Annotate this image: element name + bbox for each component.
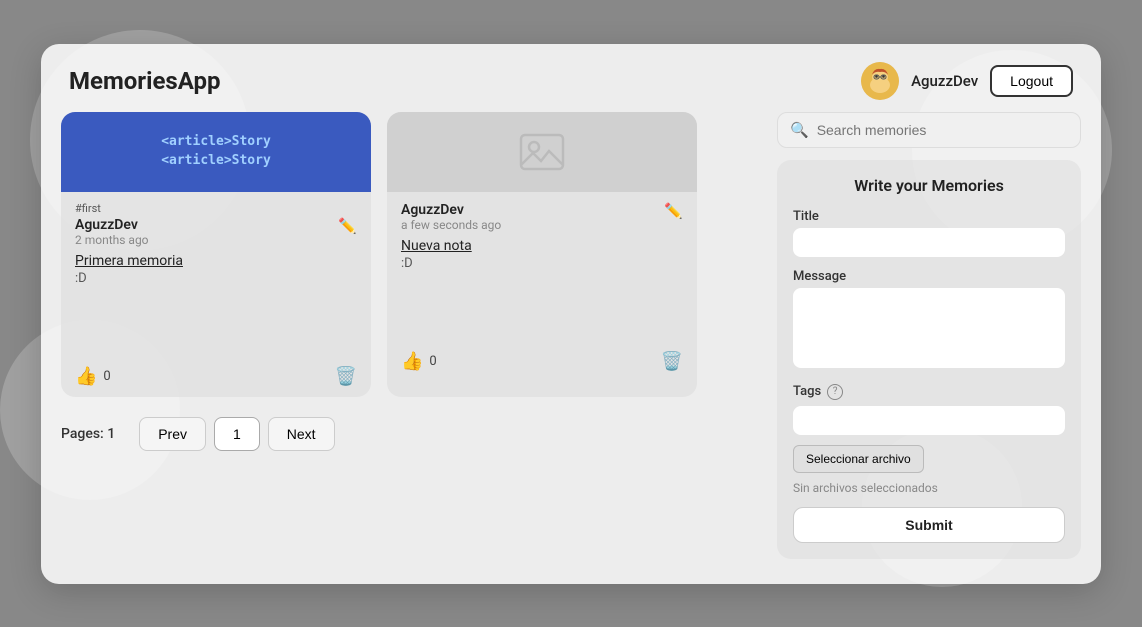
pagination-row: Pages: 1 Prev 1 Next: [61, 397, 761, 451]
prev-button[interactable]: Prev: [139, 417, 206, 451]
like-icon-2[interactable]: 👍: [401, 351, 423, 372]
header: MemoriesApp AguzzDev: [41, 44, 1101, 112]
edit-icon-1[interactable]: ✏️: [338, 217, 357, 235]
card-footer-1: 👍 0 🗑️: [61, 356, 371, 397]
card-message-1: :D: [75, 271, 357, 286]
card-author-1: AguzzDev: [75, 217, 149, 233]
memory-card: <article>Story<article>Story #first Aguz…: [61, 112, 371, 397]
card-title-1[interactable]: Primera memoria: [75, 253, 357, 269]
sidebar: 🔍 Write your Memories Title Message Tags…: [761, 112, 1081, 559]
avatar: [861, 62, 899, 100]
card-body-2: AguzzDev a few seconds ago ✏️ Nueva nota…: [387, 192, 697, 281]
card-time-1: 2 months ago: [75, 233, 149, 247]
card-footer-2: 👍 0 🗑️: [387, 341, 697, 382]
main-content: <article>Story<article>Story #first Aguz…: [41, 112, 1101, 559]
search-icon: 🔍: [790, 121, 809, 139]
like-area-2: 👍 0: [401, 351, 437, 372]
write-title: Write your Memories: [793, 176, 1065, 195]
message-textarea[interactable]: [793, 288, 1065, 368]
logout-button[interactable]: Logout: [990, 65, 1073, 97]
card-author-row-1: AguzzDev 2 months ago ✏️: [75, 217, 357, 247]
title-input[interactable]: [793, 228, 1065, 257]
like-count-2: 0: [429, 354, 436, 369]
next-button[interactable]: Next: [268, 417, 335, 451]
card-author-info-1: AguzzDev 2 months ago: [75, 217, 149, 247]
cards-area: <article>Story<article>Story #first Aguz…: [61, 112, 761, 559]
file-select-button[interactable]: Seleccionar archivo: [793, 445, 924, 473]
card-author-row-2: AguzzDev a few seconds ago ✏️: [401, 202, 683, 232]
search-input[interactable]: [817, 122, 1068, 138]
card-author-2: AguzzDev: [401, 202, 501, 218]
current-page-button[interactable]: 1: [214, 417, 260, 451]
title-label: Title: [793, 209, 1065, 224]
tags-input[interactable]: [793, 406, 1065, 435]
file-no-file-label: Sin archivos seleccionados: [793, 481, 938, 495]
card-message-2: :D: [401, 256, 683, 271]
card-title-2[interactable]: Nueva nota: [401, 238, 683, 254]
write-memories-panel: Write your Memories Title Message Tags ?…: [777, 160, 1081, 559]
card-tag-1: #first: [75, 202, 357, 215]
memory-card-2: AguzzDev a few seconds ago ✏️ Nueva nota…: [387, 112, 697, 397]
image-placeholder-icon: [517, 127, 567, 177]
submit-button[interactable]: Submit: [793, 507, 1065, 543]
tags-help-icon[interactable]: ?: [827, 384, 843, 400]
file-row: Seleccionar archivo Sin archivos selecci…: [793, 445, 1065, 495]
cards-grid: <article>Story<article>Story #first Aguz…: [61, 112, 761, 397]
card-body-1: #first AguzzDev 2 months ago ✏️ Primera …: [61, 192, 371, 296]
message-label: Message: [793, 269, 1065, 284]
delete-icon-1[interactable]: 🗑️: [335, 366, 357, 387]
card-time-2: a few seconds ago: [401, 218, 501, 232]
avatar-icon: [861, 62, 899, 100]
card-image-2: [387, 112, 697, 192]
card-image-1: <article>Story<article>Story: [61, 112, 371, 192]
pages-label: Pages: 1: [61, 426, 115, 442]
like-icon-1[interactable]: 👍: [75, 366, 97, 387]
code-image: <article>Story<article>Story: [61, 112, 371, 192]
app-title: MemoriesApp: [69, 67, 220, 95]
edit-icon-2[interactable]: ✏️: [664, 202, 683, 220]
delete-icon-2[interactable]: 🗑️: [661, 351, 683, 372]
header-right: AguzzDev Logout: [861, 62, 1073, 100]
like-count-1: 0: [103, 369, 110, 384]
placeholder-image-2: [387, 112, 697, 192]
tags-label: Tags: [793, 384, 821, 399]
card-author-info-2: AguzzDev a few seconds ago: [401, 202, 501, 232]
search-bar: 🔍: [777, 112, 1081, 148]
app-window: MemoriesApp AguzzDev: [41, 44, 1101, 584]
like-area-1: 👍 0: [75, 366, 111, 387]
username-label: AguzzDev: [911, 72, 978, 90]
tags-row: Tags ?: [793, 384, 1065, 400]
